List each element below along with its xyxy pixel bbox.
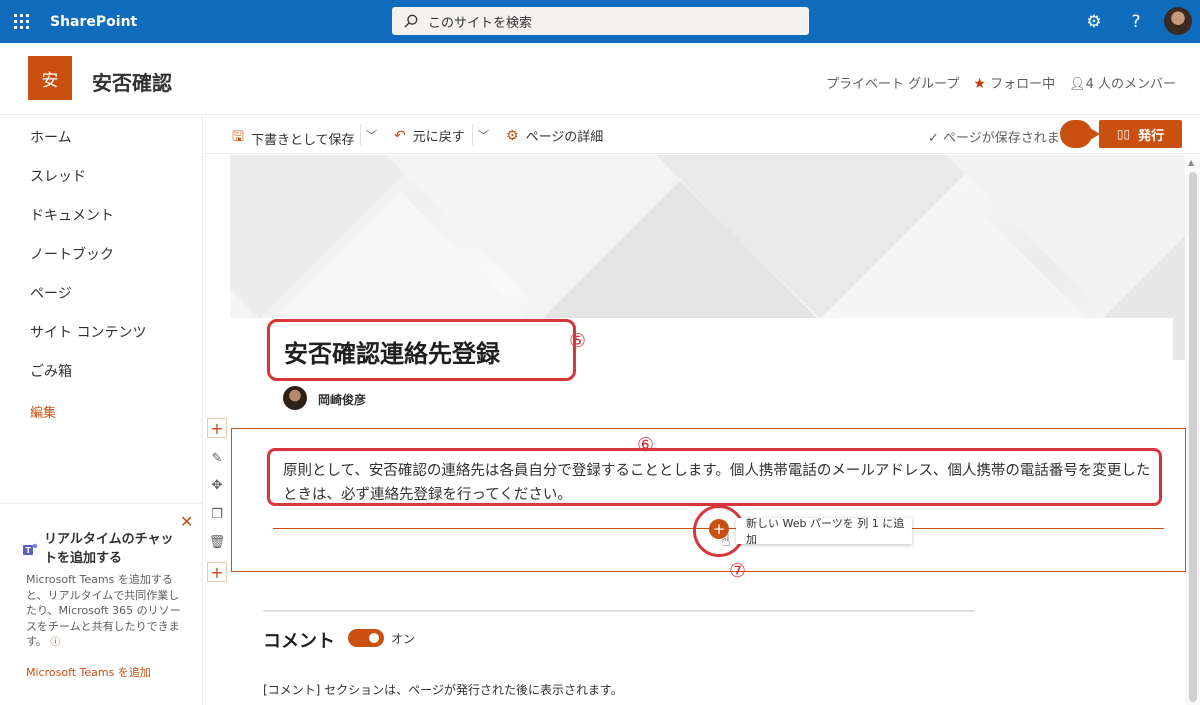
- person-icon: 👤︎: [1069, 77, 1086, 92]
- app-launcher-icon[interactable]: [2, 0, 40, 43]
- edit-section-icon[interactable]: ✎: [207, 448, 227, 468]
- command-bar: 🖫︎ 下書きとして保存 ﹀ ↶ 元に戻す ﹀ ⚙ ページの詳細 ✓ ページが保存されま…: [204, 116, 1200, 154]
- duplicate-section-icon[interactable]: ❐: [207, 504, 227, 524]
- svg-text:T: T: [26, 546, 32, 555]
- comments-title: コメント: [263, 631, 335, 652]
- toggle-knob: [369, 633, 379, 643]
- hand-cursor-icon: ☝: [721, 531, 731, 550]
- divider: [472, 124, 473, 146]
- user-avatar[interactable]: [1164, 7, 1192, 35]
- members-button[interactable]: 👤︎4 人のメンバー: [1069, 73, 1176, 92]
- star-icon: ★: [973, 76, 986, 92]
- settings-gear-icon[interactable]: ⚙: [1084, 0, 1104, 43]
- site-logo[interactable]: 安: [28, 56, 72, 100]
- undo-icon: ↶: [394, 127, 406, 144]
- promo-title: リアルタイムのチャットを追加する: [44, 532, 174, 566]
- divider: [263, 610, 975, 612]
- toggle-label: オン: [391, 632, 416, 646]
- add-section-icon[interactable]: +: [207, 562, 227, 582]
- scroll-up-icon[interactable]: ▲: [1188, 158, 1194, 167]
- undo-button[interactable]: ↶ 元に戻す: [394, 126, 465, 146]
- nav-item-pages[interactable]: ページ: [30, 283, 72, 303]
- follow-button[interactable]: ★ フォロー中: [973, 73, 1055, 92]
- privacy-label: プライベート グループ: [826, 77, 960, 92]
- search-icon: [404, 14, 418, 28]
- book-icon: ▯▯: [1116, 127, 1131, 141]
- add-teams-link[interactable]: Microsoft Teams を追加: [26, 664, 151, 680]
- page-details-label: ページの詳細: [525, 130, 604, 145]
- site-meta: プライベート グループ ★ フォロー中 👤︎4 人のメンバー: [826, 73, 1176, 92]
- saved-status: ✓ ページが保存されま: [928, 127, 1060, 146]
- annotation-marker: [1060, 120, 1100, 148]
- text-webpart[interactable]: 原則として、安否確認の連絡先は各員自分で登録することとします。個人携帯電話のメー…: [283, 459, 1153, 507]
- nav-item-home[interactable]: ホーム: [30, 127, 72, 147]
- info-icon[interactable]: ⓘ: [50, 637, 60, 648]
- delete-section-icon[interactable]: 🗑︎: [207, 532, 227, 552]
- save-draft-label: 下書きとして保存: [250, 132, 355, 148]
- author-name: 岡崎俊彦: [318, 393, 367, 407]
- chevron-down-icon[interactable]: ﹀: [478, 127, 489, 143]
- annotation-number-7: ⑦: [729, 560, 747, 582]
- promo-body: Microsoft Teams を追加すると、リアルタイムで共同作業したり、Mi…: [26, 572, 186, 651]
- nav-edit-link[interactable]: 編集: [30, 402, 56, 421]
- site-header: 安 安否確認 プライベート グループ ★ フォロー中 👤︎4 人のメンバー: [0, 43, 1200, 115]
- teams-promo-panel: ✕ T リアルタイムのチャットを追加する Microsoft Teams を追加…: [0, 503, 203, 705]
- divider: [360, 124, 361, 146]
- teams-icon: T: [23, 543, 38, 555]
- publish-label: 発行: [1138, 128, 1165, 144]
- close-icon[interactable]: ✕: [180, 512, 193, 531]
- nav-item-threads[interactable]: スレッド: [30, 166, 86, 186]
- undo-label: 元に戻す: [412, 130, 465, 145]
- page-title[interactable]: 安否確認連絡先登録: [284, 334, 500, 369]
- author-avatar: [283, 386, 307, 410]
- move-section-icon[interactable]: ✥: [207, 475, 227, 495]
- members-label: 4 人のメンバー: [1085, 77, 1176, 92]
- site-title[interactable]: 安否確認: [92, 67, 172, 96]
- comments-note: [コメント] セクションは、ページが発行された後に表示されます。: [263, 683, 623, 697]
- help-icon[interactable]: ?: [1126, 0, 1146, 43]
- nav-item-documents[interactable]: ドキュメント: [30, 205, 114, 225]
- nav-item-site-contents[interactable]: サイト コンテンツ: [30, 322, 146, 342]
- app-name[interactable]: SharePoint: [50, 14, 137, 30]
- save-icon: 🖫︎: [232, 129, 244, 145]
- add-section-icon[interactable]: +: [207, 418, 227, 438]
- publish-button[interactable]: ▯▯ 発行: [1099, 120, 1182, 148]
- add-webpart-tooltip: 新しい Web パーツを 列 1 に追加: [736, 517, 912, 546]
- follow-label: フォロー中: [990, 77, 1056, 92]
- nav-item-recycle-bin[interactable]: ごみ箱: [30, 361, 72, 381]
- nav-item-notebook[interactable]: ノートブック: [30, 244, 114, 264]
- save-draft-button[interactable]: 🖫︎ 下書きとして保存: [232, 126, 355, 150]
- search-placeholder: このサイトを検索: [428, 15, 533, 31]
- checkmark-icon: ✓: [928, 131, 939, 146]
- annotation-number-5: ⑤: [569, 330, 587, 352]
- search-box[interactable]: このサイトを検索: [392, 7, 809, 35]
- scrollbar-thumb[interactable]: [1189, 172, 1197, 702]
- saved-status-text: ページが保存されま: [943, 131, 1060, 146]
- page-details-button[interactable]: ⚙ ページの詳細: [506, 126, 604, 146]
- gear-icon: ⚙: [506, 127, 519, 144]
- chevron-down-icon[interactable]: ﹀: [366, 127, 377, 143]
